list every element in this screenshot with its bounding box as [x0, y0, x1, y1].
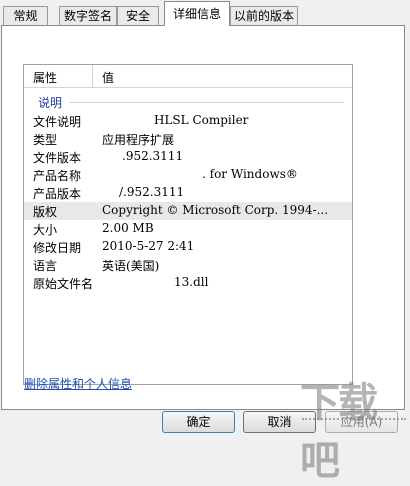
property-name: 产品版本: [33, 187, 82, 201]
ok-button[interactable]: 确定: [162, 411, 235, 433]
property-name: 版权: [33, 205, 58, 219]
list-item-selected[interactable]: 版权 Copyright © Microsoft Corp. 1994-...: [24, 202, 352, 220]
property-value: /.952.3111: [119, 185, 185, 199]
list-item[interactable]: 大小 2.00 MB: [24, 220, 352, 238]
property-name: 产品名称: [33, 169, 82, 183]
column-separator[interactable]: [92, 65, 93, 87]
property-value: 2.00 MB: [102, 221, 154, 235]
property-value: 应用程序扩展: [102, 133, 175, 147]
tab-strip: 常规 数字签名 安全 详细信息 以前的版本: [0, 0, 410, 26]
tab-details[interactable]: 详细信息: [164, 1, 230, 26]
property-value: 13.dll: [174, 275, 209, 289]
list-header: 属性 值: [24, 65, 352, 88]
property-name: 大小: [33, 223, 58, 237]
property-name: 类型: [33, 133, 58, 147]
site-watermark-logo: 下载吧: [300, 380, 378, 484]
remove-properties-link[interactable]: 删除属性和个人信息: [24, 375, 132, 392]
list-item[interactable]: 文件版本 .952.3111: [24, 148, 352, 166]
property-name: 文件说明: [33, 115, 82, 129]
property-name: 语言: [33, 259, 58, 273]
property-value: Copyright © Microsoft Corp. 1994-...: [102, 203, 329, 217]
property-value: 英语(美国): [102, 259, 160, 273]
properties-listview[interactable]: 属性 值 说明 文件说明 HLSL Compiler 类型 应用程序扩展 文件版…: [23, 64, 353, 385]
group-divider: [69, 102, 344, 103]
tab-security[interactable]: 安全: [117, 6, 159, 25]
property-value: .952.3111: [122, 149, 184, 163]
tab-previous-versions[interactable]: 以前的版本: [230, 6, 298, 25]
list-item[interactable]: 产品版本 /.952.3111: [24, 184, 352, 202]
column-header-value[interactable]: 值: [102, 69, 114, 86]
property-name: 文件版本: [33, 151, 82, 165]
list-item[interactable]: 修改日期 2010-5-27 2:41: [24, 238, 352, 256]
property-name: 修改日期: [33, 241, 82, 255]
property-name: 原始文件名: [33, 277, 94, 291]
column-header-property[interactable]: 属性: [33, 69, 57, 86]
property-value: HLSL Compiler: [154, 113, 249, 127]
list-item[interactable]: 原始文件名 13.dll: [24, 274, 352, 292]
tab-digital-signatures[interactable]: 数字签名: [59, 6, 117, 25]
tab-general[interactable]: 常规: [3, 6, 48, 25]
property-value: 2010-5-27 2:41: [102, 239, 195, 253]
list-item[interactable]: 语言 英语(美国): [24, 256, 352, 274]
list-item[interactable]: 类型 应用程序扩展: [24, 130, 352, 148]
watermark-dots: [302, 418, 406, 423]
details-panel: 属性 值 说明 文件说明 HLSL Compiler 类型 应用程序扩展 文件版…: [1, 25, 405, 410]
list-item[interactable]: 产品名称 . for Windows®: [24, 166, 352, 184]
property-value: . for Windows®: [202, 167, 298, 181]
list-item[interactable]: 文件说明 HLSL Compiler: [24, 112, 352, 130]
group-header-description: 说明: [38, 96, 63, 110]
